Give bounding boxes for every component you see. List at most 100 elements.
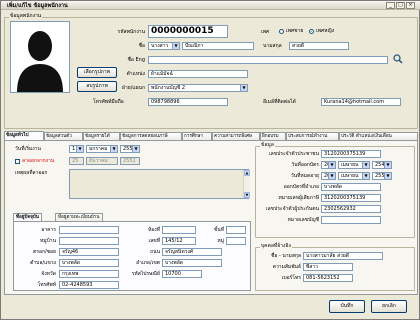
last-name-label: นามสกุล (263, 43, 282, 49)
tab-position-salary-history[interactable]: ประวัติ ตำแหน่ง/เงินเดือน (339, 132, 418, 140)
building-label: อาคาร (41, 227, 56, 233)
scroll-down-icon[interactable]: ▼ (244, 192, 250, 198)
maximize-button[interactable]: □ (396, 2, 405, 9)
id-card-input[interactable]: 3120200375139 (321, 150, 381, 158)
resign-reason-scrollbar[interactable]: ▲ ▼ (243, 170, 250, 198)
moo-input[interactable] (226, 237, 246, 245)
postcode-input[interactable]: 10700 (162, 270, 202, 278)
room-input[interactable] (162, 226, 196, 234)
reference-relation-label: ความสัมพันธ์ (272, 264, 301, 270)
close-button[interactable]: × (406, 2, 415, 9)
issue-year-select[interactable]: 2545 ▼ (372, 161, 392, 169)
reference-name-label: ชื่อ - นามสกุล (270, 253, 301, 259)
start-year-select[interactable]: 2550 ▼ (120, 145, 140, 153)
address-phone-input[interactable]: 02-4248593 (59, 281, 119, 289)
first-name-input[interactable]: ปัณณิกา (182, 42, 254, 50)
choose-photo-button[interactable]: เลือกรูปภาพ (77, 67, 117, 78)
resign-checkbox[interactable] (15, 159, 20, 164)
email-label: อีเมล์ที่ติดต่อได้ (263, 99, 296, 105)
reference-group-title: บุคคลที่อ้างอิง (260, 243, 292, 249)
province-label: จังหวัด (41, 271, 56, 277)
soi-input[interactable]: จรัญ46 (59, 248, 119, 256)
email-input[interactable]: Kurana14@hotmail.com (321, 98, 401, 106)
mobile-phone-input[interactable]: 098798896 (148, 98, 228, 106)
village-input[interactable] (59, 237, 119, 245)
cancel-button[interactable]: ยกเลิก (371, 300, 407, 313)
prefix-select[interactable]: นางสาว ▼ (148, 42, 180, 50)
reference-phone-input[interactable]: 081-5623152 (303, 274, 353, 282)
id-card-label: เลขประจำตัวประชาชน (268, 151, 319, 157)
start-month-value: มกราคม (89, 146, 108, 152)
scroll-up-icon[interactable]: ▲ (244, 170, 250, 176)
gender-male-radio[interactable] (279, 29, 284, 34)
emp-code-input[interactable]: 0000000015 (148, 25, 228, 38)
tab-income[interactable]: ข้อมูลรายได้ (83, 132, 120, 140)
gender-female-radio[interactable] (309, 29, 314, 34)
minimize-button[interactable]: _ (386, 2, 395, 9)
province-input[interactable]: กรุงเทพ (59, 270, 119, 278)
prefix-label: ชื่อ (138, 43, 145, 49)
room-label: ห้องที่ (147, 227, 160, 233)
district-input[interactable]: บางพลัด (162, 259, 222, 267)
employee-photo (10, 21, 70, 93)
employee-edit-window: เพิ่ม/แก้ไข ข้อมูลพนักงาน _ □ × ข้อมูลพน… (0, 0, 420, 320)
reference-phone-label: เบอร์โทร (281, 275, 301, 281)
tab-registered-address[interactable]: ที่อยู่ตามทะเบียนบ้าน (55, 213, 103, 221)
tab-current-address[interactable]: ที่อยู่ปัจจุบัน (13, 213, 42, 221)
floor-input[interactable] (226, 226, 246, 234)
section-value: พนักงานบัญชี 2 (151, 85, 186, 91)
reference-name-input[interactable]: นางสาวมาลัย สวยดี (303, 252, 383, 260)
id-card-group-title: ข้อมูล (260, 142, 275, 148)
english-name-input[interactable] (148, 56, 388, 64)
start-day-select[interactable]: 1 ▼ (69, 145, 84, 153)
district-label: อำเภอ/เขต (136, 260, 160, 266)
issue-day-select[interactable]: 20▼ (321, 161, 336, 169)
house-number-input[interactable]: 145/12 (162, 237, 196, 245)
chevron-down-icon: ▼ (132, 146, 139, 152)
expire-month-value: เมษายน (341, 173, 359, 179)
start-date-label: วันที่เริ่มงาน (15, 146, 41, 152)
social-security-input[interactable]: 2302562932 (321, 205, 381, 213)
title-bar: เพิ่ม/แก้ไข ข้อมูลพนักงาน _ □ × (1, 1, 420, 10)
search-icon[interactable] (393, 54, 403, 64)
gender-female-label: เพศหญิง (316, 28, 335, 34)
section-select[interactable]: พนักงานบัญชี 2 ▼ (148, 84, 248, 92)
expire-year-select[interactable]: 2550 ▼ (372, 172, 392, 180)
resign-reason-textarea[interactable] (69, 169, 249, 199)
resign-month-select[interactable]: ธันวาคม (86, 157, 118, 165)
issued-at-label: ออกบัตรที่อำเภอ (283, 184, 319, 190)
person-silhouette-icon (17, 31, 63, 92)
employee-info-group-title: ข้อมูลพนักงาน (9, 13, 43, 19)
reference-relation-input[interactable]: พี่สาว (303, 263, 353, 271)
issued-at-input[interactable]: บางพลัด (321, 183, 381, 191)
tab-special-skills[interactable]: ความสามารถพิเศษ (212, 132, 260, 140)
tax-id-input[interactable]: 3120200375139 (321, 194, 381, 202)
tab-personal[interactable]: ข้อมูลส่วนตัว (44, 132, 83, 140)
subdistrict-input[interactable]: บางพลัด (59, 259, 119, 267)
chevron-down-icon: ▼ (76, 146, 83, 152)
save-button[interactable]: บันทึก (329, 300, 365, 313)
resign-reason-label: เหตุผลที่ลาออก (15, 170, 48, 176)
clear-photo-button[interactable]: ลบรูปภาพ (77, 81, 117, 92)
chevron-down-icon: ▼ (362, 173, 369, 179)
tab-training[interactable]: ฝึกอบรม (260, 132, 286, 140)
tab-tax-deduction[interactable]: ข้อมูลการลดหย่อนภาษี (120, 132, 182, 140)
start-month-select[interactable]: มกราคม ▼ (86, 145, 118, 153)
tab-work-experience[interactable]: ประสบการณ์ทำงาน (286, 132, 339, 140)
issue-month-select[interactable]: เมษายน ▼ (338, 161, 370, 169)
last-name-input[interactable]: สวยดี (289, 42, 349, 50)
expire-month-select[interactable]: เมษายน ▼ (338, 172, 370, 180)
bank-account-input[interactable] (321, 216, 381, 224)
address-panel: อาคาร ห้องที่ ชั้นที่ หมู่บ้าน เลขที่ 14… (13, 221, 251, 291)
resign-day-select[interactable]: 25 (69, 157, 84, 165)
house-number-label: เลขที่ (148, 238, 161, 244)
tab-education[interactable]: การศึกษา (182, 132, 212, 140)
gender-male-label: เพศชาย (286, 28, 304, 34)
emp-code-label: รหัสพนักงาน (117, 29, 145, 35)
resign-year-select[interactable]: 2551 (120, 157, 140, 165)
building-input[interactable] (59, 226, 119, 234)
position-input[interactable]: ผ้าแม้มัจฉ์ (148, 70, 248, 78)
search-icon-graphic (393, 54, 403, 64)
expire-day-select[interactable]: 20▼ (321, 172, 336, 180)
road-input[interactable]: จรัญสนิทวงศ์ (162, 248, 222, 256)
